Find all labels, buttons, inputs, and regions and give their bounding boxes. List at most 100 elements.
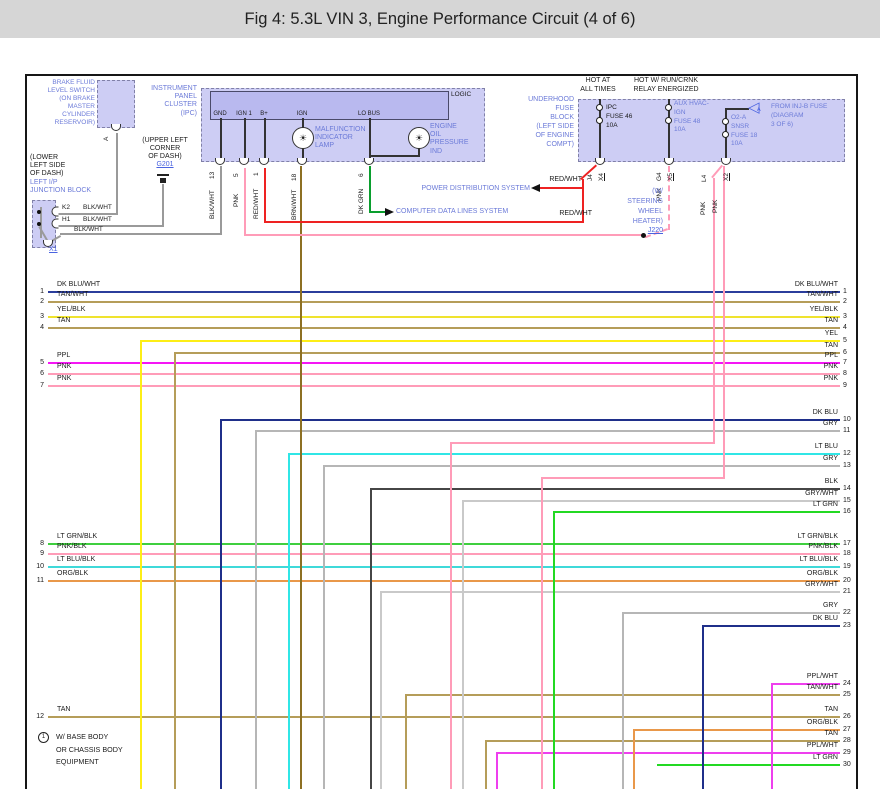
ipc-pin-ign1: IGN 1 — [232, 110, 256, 118]
wire-label-right: PPL/WHT — [640, 742, 838, 750]
wire-vertical — [140, 340, 142, 789]
wire-vertical — [541, 477, 543, 789]
wire-vertical — [633, 729, 635, 789]
brake-switch-connector-letter: A — [103, 137, 110, 141]
wire-row-21 — [380, 591, 840, 593]
wire-number-right: 11 — [843, 427, 850, 435]
wire-number-right: 28 — [843, 737, 851, 745]
fuse-pin-j4: J4 — [587, 174, 594, 181]
wire-number-right: 5 — [843, 337, 847, 345]
wire-number-right: 7 — [843, 359, 847, 367]
computer-data-lines-label: COMPUTER DATA LINES SYSTEM — [396, 208, 508, 216]
wire-label-right: TAN — [640, 317, 838, 325]
wire-number-right: 8 — [843, 370, 847, 378]
j220-ref-link[interactable]: J220 — [613, 227, 663, 235]
wire-segment — [220, 118, 222, 162]
wire-label-right: GRY/WHT — [640, 581, 838, 589]
wire-label-right: PNK — [640, 375, 838, 383]
fuse-18-label: O2-ASNSRFUSE 1810A — [731, 114, 757, 149]
junction-ref-link[interactable]: X1 — [49, 246, 58, 254]
wire-row-23 — [702, 625, 840, 627]
wire-segment — [541, 477, 725, 479]
wire-number-right: 25 — [843, 691, 851, 699]
wire-number-right: 21 — [843, 588, 851, 596]
wire-number-left: 8 — [26, 540, 44, 548]
wire-label-left: PPL — [57, 352, 70, 360]
wire-label-left: DK BLU/WHT — [57, 281, 100, 289]
mil-label: MALFUNCTIONINDICATORLAMP — [315, 126, 366, 151]
wire-name-blkwht: BLK/WHT — [209, 190, 216, 219]
wire-row-22 — [622, 612, 840, 614]
wire-number-right: 27 — [843, 726, 851, 734]
wire-vertical — [496, 752, 498, 789]
fuse-terminal-icon — [665, 104, 672, 111]
wire-number-left: 9 — [26, 550, 44, 558]
wire-label-right: PPL/WHT — [640, 673, 838, 681]
note-text: W/ BASE BODYOR CHASSIS BODYEQUIPMENT — [56, 731, 123, 769]
wire-label-right: TAN — [640, 730, 838, 738]
wire-row-16 — [553, 511, 840, 513]
wire-label-left: PNK — [57, 363, 71, 371]
wire-label-right: PNK — [640, 363, 838, 371]
wire-segment — [264, 168, 266, 223]
wire-label-right: ORG/BLK — [640, 570, 838, 578]
wire-label-right: LT GRN/BLK — [640, 533, 838, 541]
wire-label-left: YEL/BLK — [57, 306, 85, 314]
oil-pressure-lamp-icon: ☀ — [408, 127, 430, 149]
fuse-conn-x4-link[interactable]: X4 — [598, 173, 605, 181]
wire-vertical — [450, 442, 452, 789]
wire-segment — [244, 234, 643, 236]
wire-number-right: 22 — [843, 609, 851, 617]
wire-vertical — [370, 488, 372, 789]
wire-label-right: GRY/WHT — [640, 490, 838, 498]
wire-label-right: TAN — [640, 706, 838, 714]
from-inj-b-label: FROM INJ-B FUSE(DIAGRAM3 OF 6) — [771, 103, 827, 129]
wire-label-right: LT GRN — [640, 501, 838, 509]
fuse-terminal-icon — [722, 118, 729, 125]
wire-name-brnwht: BRN/WHT — [291, 190, 298, 220]
wire-number-right: 9 — [843, 382, 847, 390]
junction-pin-h1: H1 — [62, 216, 70, 224]
ground-ref-link[interactable]: G201 — [136, 161, 194, 169]
ground-symbol-square — [160, 178, 166, 183]
wire-vertical — [723, 166, 725, 477]
wire-number-right: 6 — [843, 349, 847, 357]
fuse-46-label: IPCFUSE 4610A — [606, 104, 632, 130]
wire-number-right: 18 — [843, 550, 851, 558]
fuse-conn-x5-link[interactable]: X5 — [667, 173, 674, 181]
wire-label-right: PNK/BLK — [640, 543, 838, 551]
wire-number-right: 24 — [843, 680, 851, 688]
wire-segment — [369, 166, 371, 213]
wire-segment — [264, 118, 266, 162]
wire-row-26 — [48, 716, 840, 718]
ground-location-label: (UPPER LEFTCORNEROF DASH) — [136, 137, 194, 162]
wire-number-right: 19 — [843, 563, 851, 571]
wire-vertical — [553, 511, 555, 789]
fuse-conn-x2-link[interactable]: X2 — [723, 173, 730, 181]
wire-vertical — [380, 591, 382, 789]
wire-row-4 — [48, 327, 840, 329]
wire-label-right: GRY — [640, 602, 838, 610]
wire-label-right: YEL/BLK — [640, 306, 838, 314]
wire-segment — [55, 213, 118, 215]
junction-wire-h1: BLK/WHT — [83, 216, 112, 224]
wire-segment — [264, 221, 584, 223]
pnk-label-l4a: PNK — [700, 202, 707, 215]
wire-segment — [450, 442, 715, 444]
wire-segment — [220, 166, 222, 235]
wire-number-right: 12 — [843, 450, 851, 458]
wire-label-left: LT GRN/BLK — [57, 533, 97, 541]
wire-number-left: 4 — [26, 324, 44, 332]
fuse-terminal-icon — [722, 131, 729, 138]
eop-label: ENGINEOILPRESSUREIND — [430, 123, 469, 156]
wire-segment — [55, 225, 164, 227]
wire-vertical — [622, 612, 624, 789]
wire-number-right: 13 — [843, 462, 851, 470]
wire-label-right: TAN/WHT — [640, 291, 838, 299]
j220-label: (W/STEERINGWHEELHEATER) — [613, 187, 663, 227]
wire-label-right: DK BLU — [640, 409, 838, 417]
wire-label-right: LT BLU/BLK — [640, 556, 838, 564]
wire-number-left: 7 — [26, 382, 44, 390]
ipc-pin-bplus: B+ — [254, 110, 274, 118]
wire-vertical — [485, 740, 487, 789]
